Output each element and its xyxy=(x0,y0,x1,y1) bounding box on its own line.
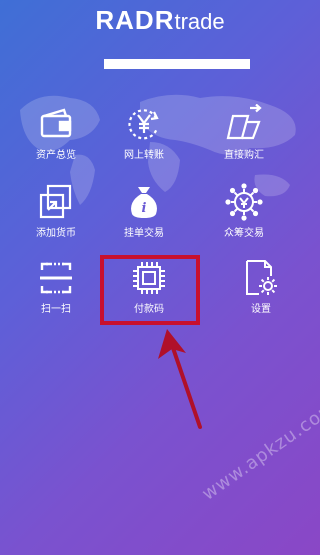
forex-buy-icon xyxy=(226,104,262,140)
menu-item-crowdfunding[interactable]: 众筹交易 xyxy=(196,182,292,240)
annotation-arrow-icon xyxy=(158,329,202,429)
menu-item-add-currency[interactable]: 添加货币 xyxy=(8,182,104,240)
svg-text:i: i xyxy=(142,201,147,216)
menu-item-label: 直接购汇 xyxy=(224,150,264,161)
menu-item-label: 添加货币 xyxy=(36,228,76,239)
menu-item-direct-forex[interactable]: 直接购汇 xyxy=(196,104,292,162)
money-bag-icon: i xyxy=(131,187,157,218)
menu-item-label: 设置 xyxy=(251,304,271,315)
menu-item-label: 资产总览 xyxy=(36,150,76,161)
app-logo: RADRtrade xyxy=(0,5,320,36)
crowdfunding-icon xyxy=(225,183,263,221)
menu-item-settings[interactable]: 设置 xyxy=(213,258,309,316)
account-name-bar xyxy=(104,59,250,69)
menu-item-label: 众筹交易 xyxy=(224,228,264,239)
menu-item-online-transfer[interactable]: 网上转账 xyxy=(96,104,192,162)
highlight-box xyxy=(100,255,200,325)
menu-item-label: 挂单交易 xyxy=(124,228,164,239)
yen-transfer-icon xyxy=(128,109,159,140)
menu-item-label: 网上转账 xyxy=(124,150,164,161)
scan-icon xyxy=(40,262,72,294)
menu-item-label: 扫一扫 xyxy=(41,304,71,315)
menu-item-asset-overview[interactable]: 资产总览 xyxy=(8,104,104,162)
menu-item-scan[interactable]: 扫一扫 xyxy=(8,258,104,316)
wallet-icon xyxy=(40,108,72,138)
logo-brand: RADR xyxy=(95,5,175,35)
logo-subtext: trade xyxy=(174,9,225,34)
settings-icon xyxy=(246,260,277,295)
add-currency-icon xyxy=(39,184,72,219)
menu-item-pending-order[interactable]: i 挂单交易 xyxy=(96,182,192,240)
